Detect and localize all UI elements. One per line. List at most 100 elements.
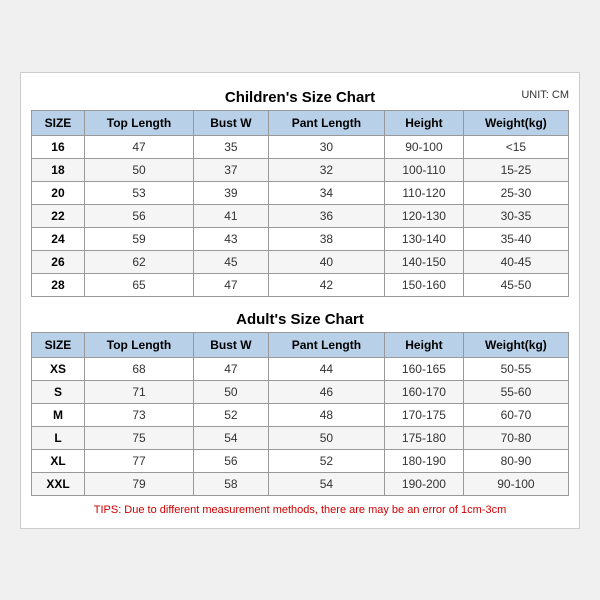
data-cell: 80-90 <box>463 449 568 472</box>
data-cell: 58 <box>194 472 269 495</box>
data-cell: 47 <box>194 273 269 296</box>
data-cell: 54 <box>194 426 269 449</box>
data-cell: 32 <box>268 158 384 181</box>
data-cell: 54 <box>268 472 384 495</box>
tips-text: TIPS: Due to different measurement metho… <box>31 502 569 518</box>
data-cell: 50 <box>84 158 193 181</box>
data-cell: 40 <box>268 250 384 273</box>
data-cell: 65 <box>84 273 193 296</box>
table-row: 28654742150-16045-50 <box>32 273 569 296</box>
size-cell: 22 <box>32 204 85 227</box>
data-cell: 77 <box>84 449 193 472</box>
data-cell: 71 <box>84 380 193 403</box>
data-cell: 180-190 <box>385 449 464 472</box>
data-cell: 59 <box>84 227 193 250</box>
adult-section-title: Adult's Size Chart <box>31 305 569 332</box>
data-cell: 73 <box>84 403 193 426</box>
data-cell: 110-120 <box>385 181 464 204</box>
data-cell: 47 <box>84 135 193 158</box>
unit-label: UNIT: CM <box>521 89 569 101</box>
data-cell: 48 <box>268 403 384 426</box>
data-cell: 52 <box>268 449 384 472</box>
data-cell: 37 <box>194 158 269 181</box>
adult-header-bust-w: Bust W <box>194 332 269 357</box>
data-cell: 40-45 <box>463 250 568 273</box>
data-cell: 90-100 <box>385 135 464 158</box>
data-cell: 35 <box>194 135 269 158</box>
data-cell: 30 <box>268 135 384 158</box>
adult-header-top-length: Top Length <box>84 332 193 357</box>
data-cell: 130-140 <box>385 227 464 250</box>
table-row: XS684744160-16550-55 <box>32 357 569 380</box>
table-row: 22564136120-13030-35 <box>32 204 569 227</box>
data-cell: 68 <box>84 357 193 380</box>
size-cell: XXL <box>32 472 85 495</box>
data-cell: 120-130 <box>385 204 464 227</box>
data-cell: 50 <box>268 426 384 449</box>
table-row: 1647353090-100<15 <box>32 135 569 158</box>
size-cell: 18 <box>32 158 85 181</box>
size-cell: 28 <box>32 273 85 296</box>
data-cell: 79 <box>84 472 193 495</box>
data-cell: 50-55 <box>463 357 568 380</box>
size-cell: 26 <box>32 250 85 273</box>
children-header-size: SIZE <box>32 110 85 135</box>
data-cell: 55-60 <box>463 380 568 403</box>
data-cell: 52 <box>194 403 269 426</box>
children-header-pant-length: Pant Length <box>268 110 384 135</box>
children-header-bust-w: Bust W <box>194 110 269 135</box>
adult-table: SIZE Top Length Bust W Pant Length Heigh… <box>31 332 569 496</box>
size-cell: M <box>32 403 85 426</box>
data-cell: 60-70 <box>463 403 568 426</box>
data-cell: 70-80 <box>463 426 568 449</box>
size-cell: 16 <box>32 135 85 158</box>
data-cell: 140-150 <box>385 250 464 273</box>
data-cell: 175-180 <box>385 426 464 449</box>
size-cell: 20 <box>32 181 85 204</box>
adult-header-weight: Weight(kg) <box>463 332 568 357</box>
data-cell: 50 <box>194 380 269 403</box>
table-row: 20533934110-12025-30 <box>32 181 569 204</box>
data-cell: 41 <box>194 204 269 227</box>
children-header-height: Height <box>385 110 464 135</box>
table-row: XL775652180-19080-90 <box>32 449 569 472</box>
data-cell: 38 <box>268 227 384 250</box>
data-cell: 45 <box>194 250 269 273</box>
data-cell: 45-50 <box>463 273 568 296</box>
size-cell: S <box>32 380 85 403</box>
table-row: 18503732100-11015-25 <box>32 158 569 181</box>
data-cell: 43 <box>194 227 269 250</box>
data-cell: 35-40 <box>463 227 568 250</box>
data-cell: 30-35 <box>463 204 568 227</box>
data-cell: 75 <box>84 426 193 449</box>
table-row: 26624540140-15040-45 <box>32 250 569 273</box>
table-row: XXL795854190-20090-100 <box>32 472 569 495</box>
data-cell: 160-165 <box>385 357 464 380</box>
data-cell: 53 <box>84 181 193 204</box>
children-header-row: SIZE Top Length Bust W Pant Length Heigh… <box>32 110 569 135</box>
data-cell: 56 <box>194 449 269 472</box>
data-cell: 190-200 <box>385 472 464 495</box>
data-cell: 160-170 <box>385 380 464 403</box>
children-table: SIZE Top Length Bust W Pant Length Heigh… <box>31 110 569 297</box>
data-cell: 44 <box>268 357 384 380</box>
data-cell: 34 <box>268 181 384 204</box>
table-row: M735248170-17560-70 <box>32 403 569 426</box>
children-section-title: Children's Size Chart UNIT: CM <box>31 83 569 110</box>
data-cell: <15 <box>463 135 568 158</box>
data-cell: 90-100 <box>463 472 568 495</box>
data-cell: 170-175 <box>385 403 464 426</box>
table-row: 24594338130-14035-40 <box>32 227 569 250</box>
adult-title: Adult's Size Chart <box>236 311 364 328</box>
data-cell: 25-30 <box>463 181 568 204</box>
children-title: Children's Size Chart <box>225 89 375 106</box>
size-cell: L <box>32 426 85 449</box>
data-cell: 56 <box>84 204 193 227</box>
adult-header-row: SIZE Top Length Bust W Pant Length Heigh… <box>32 332 569 357</box>
data-cell: 36 <box>268 204 384 227</box>
chart-container: Children's Size Chart UNIT: CM SIZE Top … <box>20 72 580 529</box>
children-header-weight: Weight(kg) <box>463 110 568 135</box>
children-header-top-length: Top Length <box>84 110 193 135</box>
adult-header-size: SIZE <box>32 332 85 357</box>
data-cell: 42 <box>268 273 384 296</box>
